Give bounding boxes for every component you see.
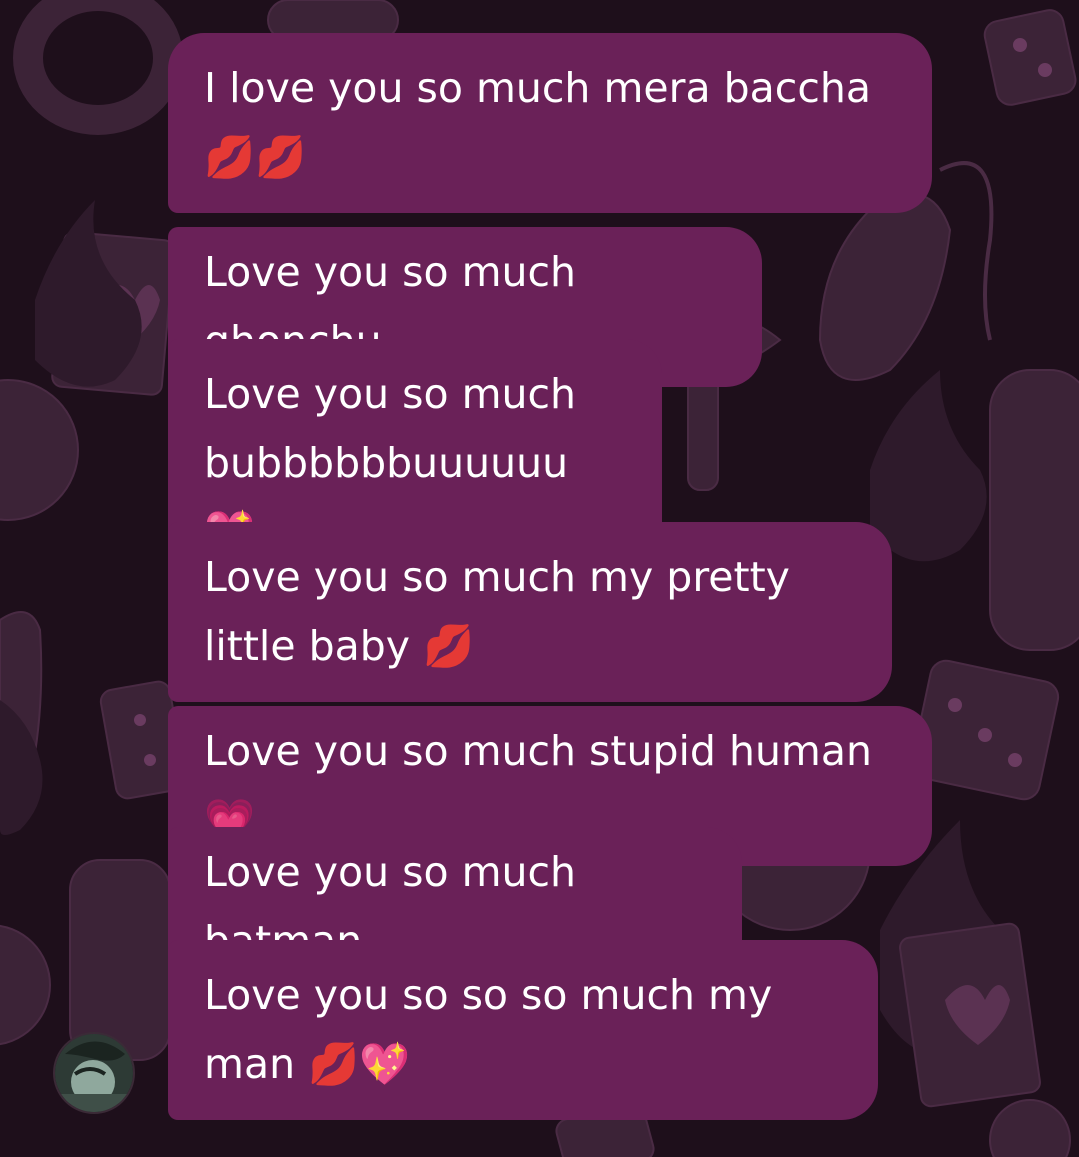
dice-shape: [983, 9, 1077, 106]
message-bubble[interactable]: I love you so much mera baccha 💋💋: [168, 33, 932, 213]
message-bubble[interactable]: Love you so much my pretty little baby 💋: [168, 522, 892, 702]
cat-shape: [69, 859, 171, 1061]
cat-shape: [989, 369, 1079, 651]
sender-avatar[interactable]: [53, 1032, 135, 1114]
message-bubble[interactable]: Love you so so so much my man 💋💖: [168, 940, 878, 1120]
